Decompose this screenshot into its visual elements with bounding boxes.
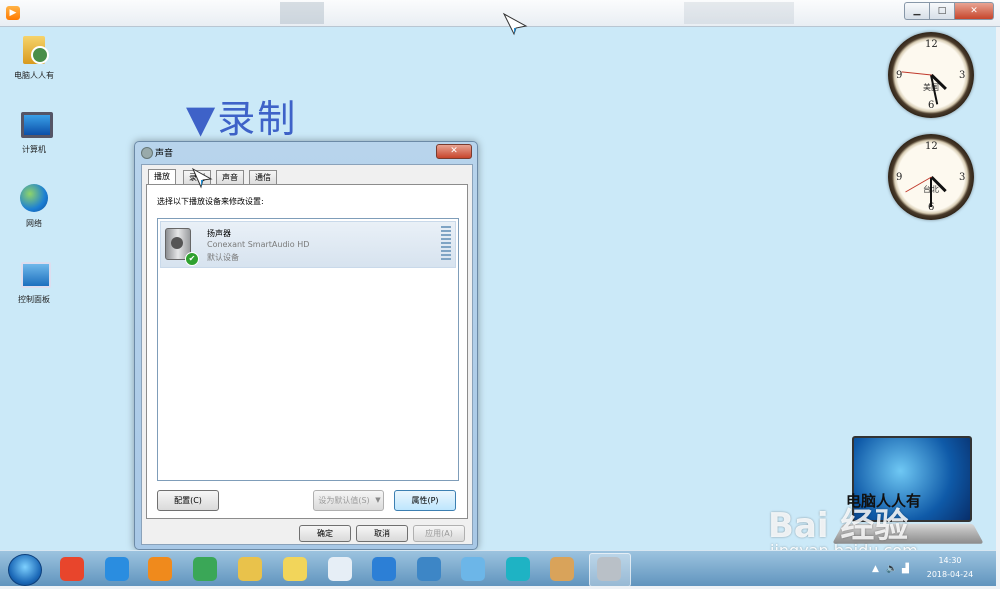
tray-time[interactable]: 14:30 <box>930 556 970 565</box>
speaker-icon <box>141 147 153 159</box>
set-default-dropdown-arrow[interactable]: ▼ <box>373 490 384 511</box>
dialog-body: 播放 录制 声音 通信 选择以下播放设备来修改设置: ✔ 扬声器 Conexan… <box>141 164 473 545</box>
document-icon[interactable] <box>328 557 352 581</box>
tray-date[interactable]: 2018-04-24 <box>920 570 980 579</box>
minimize-button[interactable]: ▁ <box>904 2 929 20</box>
device-item-speakers[interactable]: ✔ 扬声器 Conexant SmartAudio HD 默认设备 <box>160 221 456 268</box>
device-status: 默认设备 <box>207 253 239 262</box>
thumbnail-strip <box>684 2 794 24</box>
player-titlebar: ▶ ▁ □ ✕ <box>0 0 1000 27</box>
cursor-icon <box>502 12 528 36</box>
folder-app-icon[interactable] <box>283 557 307 581</box>
set-default-button[interactable]: 设为默认值(S) <box>313 490 375 511</box>
device-description: Conexant SmartAudio HD <box>207 240 310 249</box>
clock-gadget[interactable]: 12 3 6 9 美国 <box>888 32 974 118</box>
control-panel-icon <box>19 260 51 290</box>
instruction-text: 选择以下播放设备来修改设置: <box>157 197 264 206</box>
video-player-icon[interactable]: ▶ <box>6 6 20 20</box>
desktop-icon-label: 控制面板 <box>18 295 50 304</box>
ok-button[interactable]: 确定 <box>299 525 351 542</box>
clock-minute-hand <box>930 177 932 207</box>
cursor-icon <box>191 167 213 189</box>
tray-arrow-icon[interactable]: ▲ <box>872 564 879 574</box>
tab-communications[interactable]: 通信 <box>249 170 277 185</box>
desktop-icon-label: 网络 <box>26 219 42 228</box>
sound-app-icon[interactable] <box>597 557 621 581</box>
game-app-icon[interactable] <box>60 557 84 581</box>
network-status-icon[interactable]: ▟ <box>902 564 909 574</box>
maximize-button[interactable]: □ <box>929 2 954 20</box>
ie-icon[interactable] <box>105 557 129 581</box>
thumbnail-strip <box>280 2 324 24</box>
computer-icon <box>19 110 53 140</box>
desktop-icon-network[interactable]: 网络 <box>6 184 62 229</box>
dialog-title: 声音 <box>155 149 174 159</box>
watermark-logo: Bai 经验 <box>768 506 909 546</box>
desktop-icon-control-panel[interactable]: 控制面板 <box>6 260 62 305</box>
apply-button[interactable]: 应用(A) <box>413 525 465 542</box>
window-border <box>996 27 1000 589</box>
volume-icon[interactable]: 🔈 <box>886 564 897 574</box>
taskbar: ▲ 🔈 ▟ 14:30 2018-04-24 <box>0 550 996 587</box>
chrome-icon[interactable] <box>193 557 217 581</box>
device-name: 扬声器 <box>207 229 231 238</box>
clock-gadget[interactable]: 12 3 6 9 台北 <box>888 134 974 220</box>
network-icon <box>19 184 49 214</box>
remote-desktop-icon[interactable] <box>417 557 441 581</box>
browser-icon[interactable] <box>372 557 396 581</box>
device-list[interactable]: ✔ 扬声器 Conexant SmartAudio HD 默认设备 <box>157 218 459 481</box>
tab-panel: 选择以下播放设备来修改设置: ✔ 扬声器 Conexant SmartAudio… <box>146 184 468 519</box>
start-button[interactable] <box>8 554 42 586</box>
tab-sounds[interactable]: 声音 <box>216 170 244 185</box>
dialog-close-button[interactable]: ✕ <box>436 144 472 159</box>
configure-button[interactable]: 配置(C) <box>157 490 219 511</box>
desktop-icon-label: 计算机 <box>22 145 46 154</box>
desktop-icon-user[interactable]: 电脑人人有 <box>6 36 62 81</box>
file-explorer-icon[interactable] <box>238 557 262 581</box>
desktop-icon-label: 电脑人人有 <box>14 71 54 80</box>
window-controls: ▁ □ ✕ <box>904 2 994 20</box>
headset-icon[interactable] <box>506 557 530 581</box>
properties-button[interactable]: 属性(P) <box>394 490 456 511</box>
pinwheel-icon[interactable] <box>461 557 485 581</box>
annotation-label: ▼录制 <box>186 97 298 141</box>
default-check-icon: ✔ <box>185 252 199 266</box>
volume-level-meter <box>441 226 451 260</box>
cancel-button[interactable]: 取消 <box>356 525 408 542</box>
close-button[interactable]: ✕ <box>954 2 994 20</box>
user-folder-icon <box>19 36 49 66</box>
clock-second-hand <box>901 71 932 76</box>
tab-playback[interactable]: 播放 <box>148 169 176 185</box>
desktop-icon-computer[interactable]: 计算机 <box>6 110 62 155</box>
paint-icon[interactable] <box>550 557 574 581</box>
sound-dialog: 声音 ✕ 播放 录制 声音 通信 选择以下播放设备来修改设置: ✔ 扬声器 Co… <box>134 141 478 550</box>
media-player-icon[interactable] <box>148 557 172 581</box>
